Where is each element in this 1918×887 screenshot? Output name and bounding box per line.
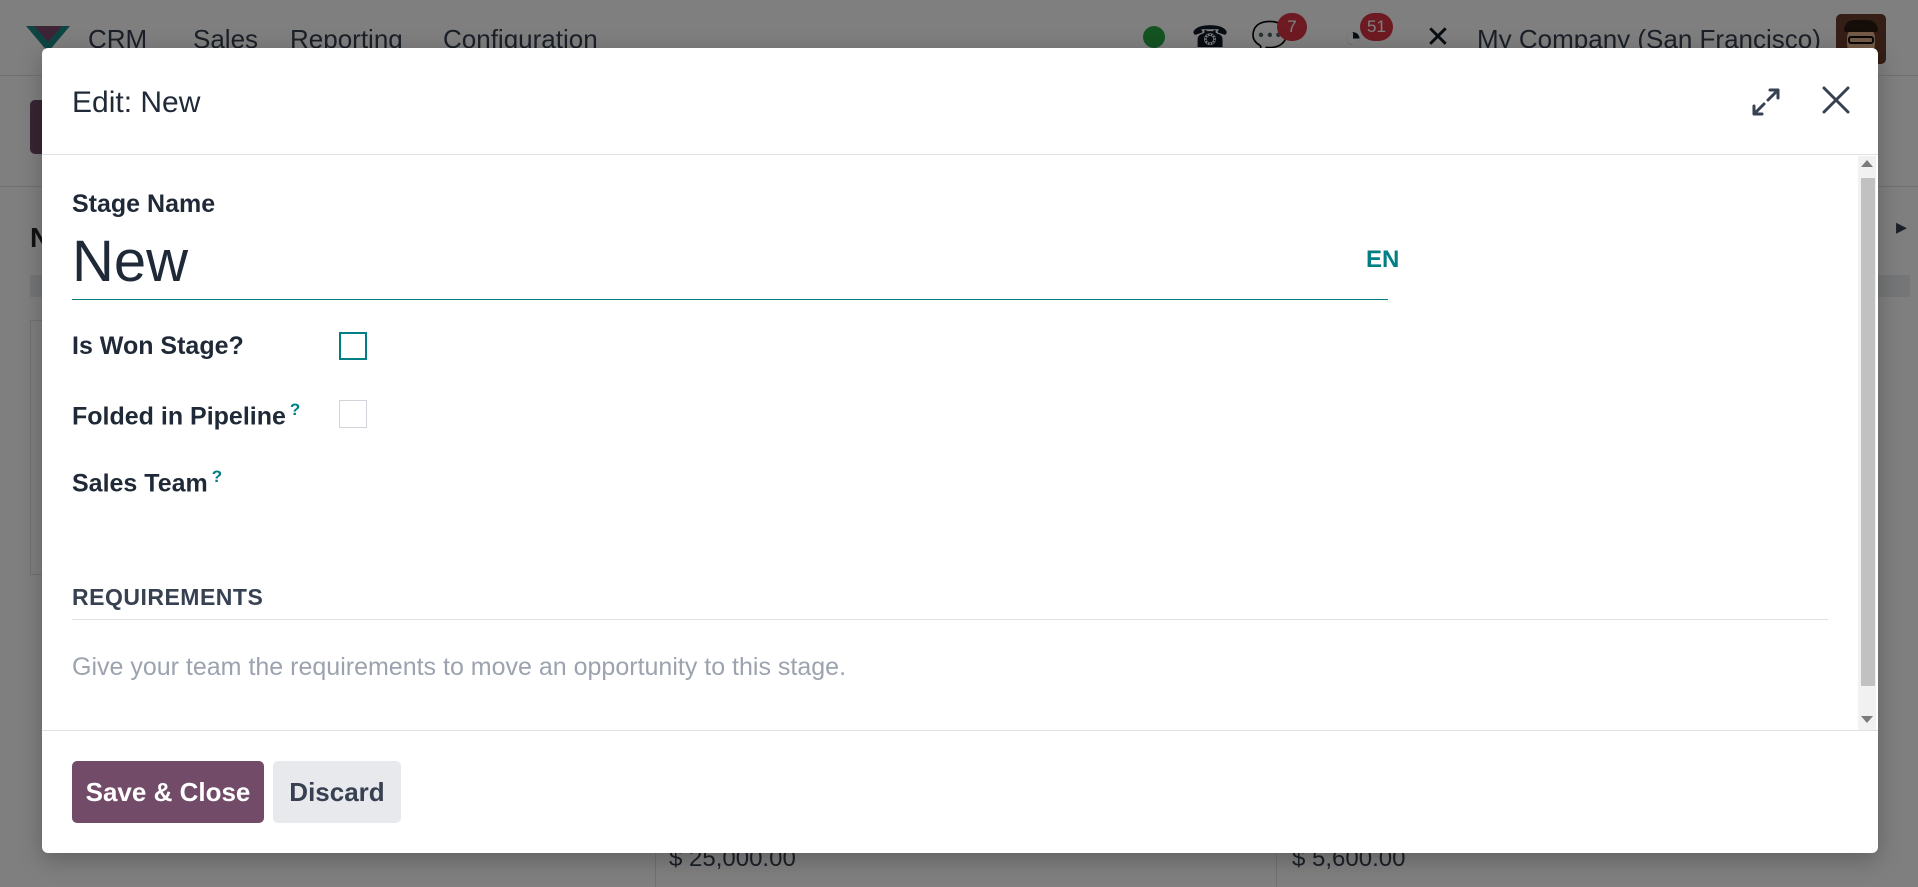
sales-team-label-text: Sales Team: [72, 469, 208, 498]
is-won-stage-label: Is Won Stage?: [72, 332, 244, 360]
dialog-footer: Save & Close Discard: [42, 730, 1878, 853]
stage-name-label: Stage Name: [72, 190, 216, 218]
edit-stage-dialog: Edit: New Stage Name EN Is Won Stage? Fo…: [42, 48, 1878, 853]
requirements-section-title: REQUIREMENTS: [72, 584, 264, 610]
dialog-body: Stage Name EN Is Won Stage? Folded in Pi…: [42, 156, 1878, 730]
requirements-editor[interactable]: Give your team the requirements to move …: [72, 653, 846, 682]
scroll-up-arrow-icon[interactable]: [1861, 160, 1873, 167]
section-divider: [72, 619, 1828, 620]
help-tooltip-icon[interactable]: ?: [290, 400, 300, 419]
dialog-title: Edit: New: [72, 86, 201, 119]
scroll-down-arrow-icon[interactable]: [1861, 716, 1873, 723]
scrollbar-thumb[interactable]: [1861, 178, 1875, 686]
dialog-header: Edit: New: [42, 48, 1878, 155]
help-tooltip-icon[interactable]: ?: [212, 467, 222, 486]
folded-in-pipeline-label: Folded in Pipeline?: [72, 400, 300, 431]
folded-label-text: Folded in Pipeline: [72, 402, 286, 431]
close-icon[interactable]: [1816, 80, 1856, 120]
is-won-stage-checkbox[interactable]: [339, 332, 367, 360]
folded-in-pipeline-checkbox[interactable]: [339, 400, 367, 428]
save-and-close-button[interactable]: Save & Close: [72, 761, 264, 823]
stage-name-input[interactable]: [72, 224, 1312, 298]
sales-team-label: Sales Team?: [72, 467, 222, 498]
discard-button[interactable]: Discard: [273, 761, 401, 823]
stage-name-field: EN: [72, 224, 1399, 300]
expand-icon[interactable]: [1748, 84, 1784, 120]
translate-language-button[interactable]: EN: [1366, 246, 1399, 274]
